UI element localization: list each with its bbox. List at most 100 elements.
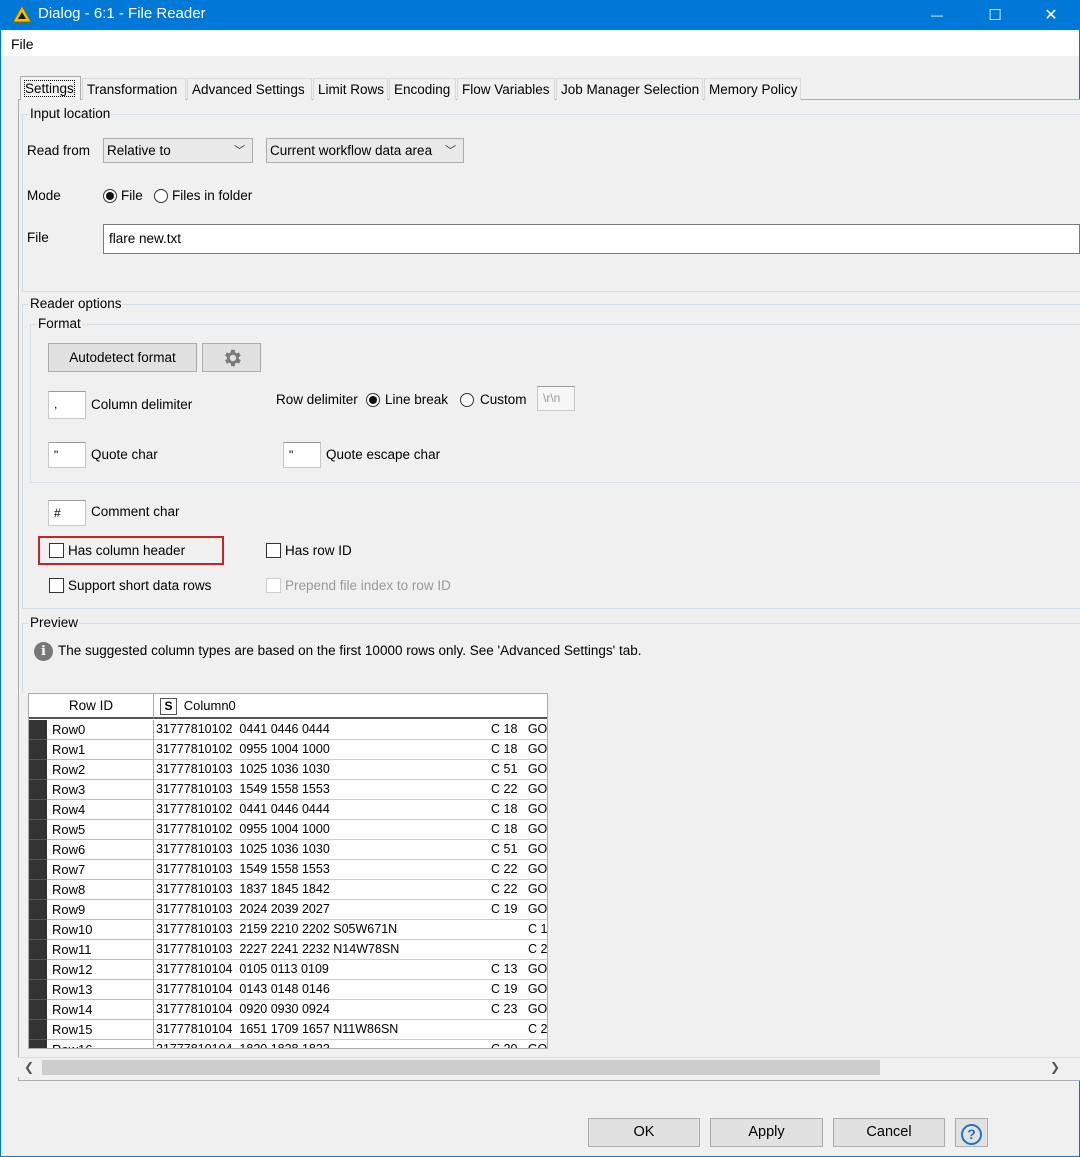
autodetect-format-button[interactable]: Autodetect format [48,343,197,372]
table-row[interactable]: Row631777810103 1025 1036 1030 C 51 GOES [29,840,547,860]
table-row[interactable]: Row1231777810104 0105 0113 0109 C 13 GOES [29,960,547,980]
read-from-label: Read from [27,143,91,158]
tab-settings[interactable]: Settings [20,76,81,100]
file-label: File [27,230,49,245]
tab-advanced-settings[interactable]: Advanced Settings [187,78,312,100]
mode-file-radio[interactable] [103,189,117,203]
tab-label: Job Manager Selection [561,82,700,97]
mode-folder-radio[interactable] [154,189,168,203]
cell-value-tail: C 22... [528,1022,548,1036]
row-delimiter-label: Row delimiter [276,392,358,407]
chevron-down-icon: ﹀ [234,145,245,157]
cell-value-tail: C 22 GO... [491,782,548,796]
knime-warning-icon [12,4,32,23]
cell-value: 31777810103 2024 2039 2027 [156,902,330,916]
file-path-input[interactable]: flare new.txt [103,224,1080,254]
menu-file[interactable]: File [11,36,34,52]
cell-value-tail: C 19 GOES [491,982,548,996]
cell-value-tail: C 23 GOES [491,1002,548,1016]
table-empty-area [548,693,1080,1049]
workflow-area-select[interactable]: Current workflow data area ﹀ [266,138,464,163]
table-row[interactable]: Row10 31777810103 2159 2210 2202 S05W671N… [29,920,547,940]
maximize-button[interactable]: ☐ [966,0,1024,30]
has-column-header-label: Has column header [68,543,186,558]
tab-flow-variables[interactable]: Flow Variables [457,78,555,100]
cell-value: 31777810104 0920 0930 0924 [156,1002,330,1016]
row-marker [29,920,47,940]
format-settings-button[interactable] [202,343,261,372]
row-marker [29,740,47,760]
table-row[interactable]: Row331777810103 1549 1558 1553 C 22 GO... [29,780,548,800]
row-id-cell: Row14 [47,1000,154,1020]
preview-label: Preview [29,615,80,631]
read-from-select[interactable]: Relative to ﹀ [103,138,253,163]
preview-info-text: The suggested column types are based on … [58,643,642,658]
row-id-cell: Row5 [47,820,154,840]
minimize-button[interactable]: — [908,0,966,30]
tab-limit-rows[interactable]: Limit Rows [313,78,388,100]
close-button[interactable]: ✕ [1022,0,1080,30]
workflow-area-value: Current workflow data area [270,143,433,158]
row-marker [29,760,47,780]
tab-label: Encoding [394,82,451,97]
table-row[interactable]: Row131777810102 0955 1004 1000 C 18 GOES [29,740,547,760]
input-location-label: Input location [29,106,112,122]
line-break-radio[interactable] [366,393,380,407]
help-button[interactable]: ? [955,1118,988,1147]
row-id-cell: Row3 [47,780,154,800]
quote-char-field[interactable]: " [48,442,86,468]
tab-label: Flow Variables [462,82,550,97]
table-row[interactable]: Row531777810102 0955 1004 1000 C 18 GOES [29,820,547,840]
cell-value-tail: C 18 GOES [491,802,548,816]
custom-delimiter-field[interactable]: \r\n [537,386,575,411]
tab-memory-policy[interactable]: Memory Policy [704,78,801,100]
preview-table[interactable]: Row ID S Column0 Row0 31777810102 0441 04… [28,693,548,1049]
row-id-cell: Row2 [47,760,154,780]
column0-name: Column0 [183,698,236,713]
cell-value: 31777810104 0105 0113 0109 [156,962,329,976]
table-row[interactable]: Row831777810103 1837 1845 1842 C 22 GOES [29,880,547,900]
table-row[interactable]: Row11 31777810103 2227 2241 2232 N14W78SN… [29,940,547,960]
custom-radio[interactable] [460,393,474,407]
tab-label: Memory Policy [709,82,798,97]
row-marker [29,1000,47,1020]
table-row[interactable]: Row231777810103 1025 1036 1030 C 51 GOES [29,760,547,780]
column-delimiter-field[interactable]: , [48,391,86,419]
row-marker [29,900,47,920]
table-row[interactable]: Row431777810102 0441 0446 0444 C 18 GOES [29,800,548,820]
quote-char-label: Quote char [91,447,158,462]
string-type-icon: S [160,697,177,715]
header-column0[interactable]: S Column0 [154,694,547,719]
comment-char-field[interactable]: # [48,500,86,526]
ok-button[interactable]: OK [588,1118,700,1147]
has-column-header-checkbox[interactable] [49,543,64,558]
support-short-rows-checkbox[interactable] [49,578,64,593]
row-marker [29,960,47,980]
row-marker [29,1040,47,1048]
tab-job-manager-selection[interactable]: Job Manager Selection [556,78,703,100]
row-id-cell: Row8 [47,880,154,900]
header-row-id[interactable]: Row ID [29,694,154,719]
table-row[interactable]: Row031777810102 0441 0446 0444 C 18 GOES [29,720,547,740]
quote-escape-field[interactable]: " [283,442,321,468]
table-row[interactable]: Row731777810103 1549 1558 1553 C 22 GO... [29,860,547,880]
scroll-right-icon[interactable]: ❯ [1050,1060,1060,1074]
scrollbar-thumb[interactable] [42,1060,880,1075]
table-row[interactable]: Row15 31777810104 1651 1709 1657 N11W86SN… [29,1020,548,1040]
cell-value: 31777810103 2227 2241 2232 N14W78SN [156,942,400,956]
table-row[interactable]: Row1331777810104 0143 0148 0146 C 19 GOES [29,980,548,1000]
has-row-id-checkbox[interactable] [266,543,281,558]
tab-encoding[interactable]: Encoding [389,78,456,100]
table-row[interactable]: Row1631777810104 1820 1828 1823 C 20 GOES [29,1040,547,1048]
apply-button[interactable]: Apply [710,1118,823,1147]
mode-folder-label: Files in folder [172,188,253,203]
prepend-file-index-checkbox[interactable] [266,578,281,593]
table-row[interactable]: Row1431777810104 0920 0930 0924 C 23 GOES [29,1000,548,1020]
table-row[interactable]: Row931777810103 2024 2039 2027 C 19 GOES [29,900,547,920]
cancel-button[interactable]: Cancel [833,1118,945,1147]
scroll-left-icon[interactable]: ❮ [24,1060,34,1074]
column-delimiter-label: Column delimiter [91,397,193,412]
tab-label: Advanced Settings [192,82,305,97]
reader-options-label: Reader options [29,296,123,312]
tab-transformation[interactable]: Transformation [82,78,186,100]
